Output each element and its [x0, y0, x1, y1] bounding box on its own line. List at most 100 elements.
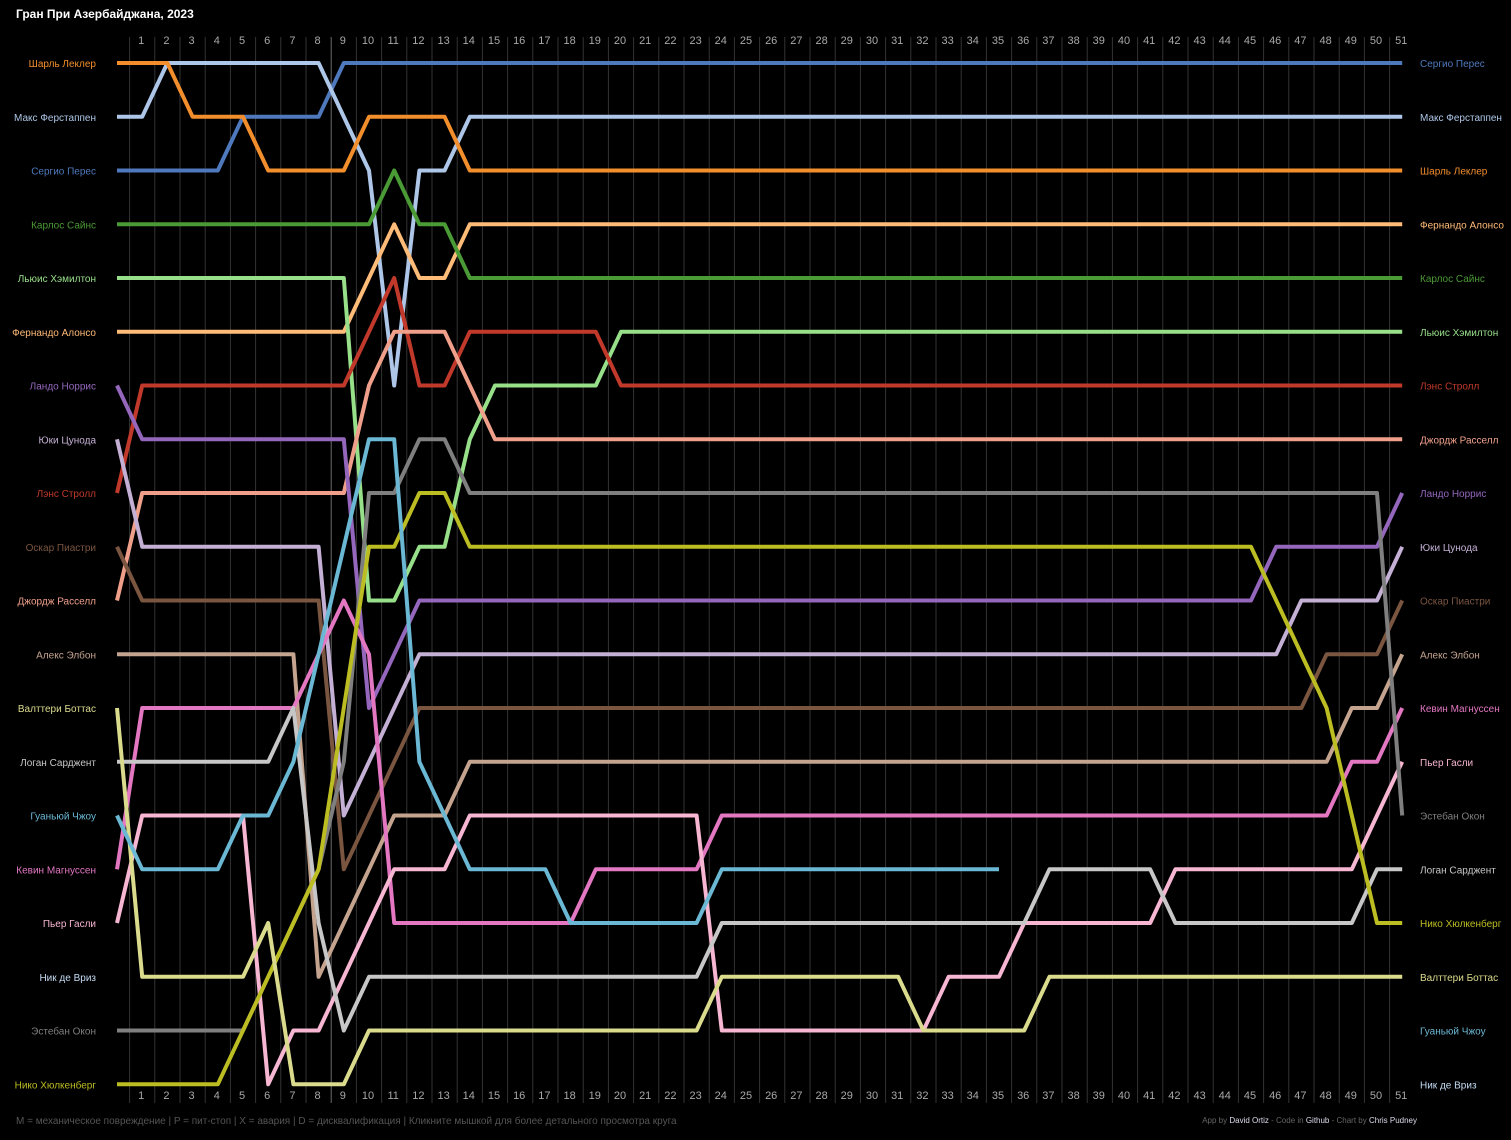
- tick-bottom-lap-6: 6: [264, 1090, 270, 1102]
- credit-chart-prefix: - Chart by: [1329, 1116, 1369, 1125]
- tick-bottom-lap-38: 38: [1067, 1090, 1079, 1102]
- left-label-p13[interactable]: Валттери Боттас: [18, 704, 96, 715]
- credit-app-prefix: App by: [1202, 1116, 1230, 1125]
- right-label-p10[interactable]: Юки Цунода: [1420, 543, 1478, 554]
- left-label-p17[interactable]: Пьер Гасли: [43, 919, 96, 930]
- tick-top-lap-4: 4: [214, 35, 220, 47]
- tick-top-lap-16: 16: [513, 35, 525, 47]
- tick-bottom-lap-17: 17: [538, 1090, 550, 1102]
- tick-bottom-lap-1: 1: [138, 1090, 144, 1102]
- right-label-p6[interactable]: Льюис Хэмилтон: [1420, 328, 1498, 339]
- left-label-p20[interactable]: Нико Хюлкенберг: [15, 1079, 97, 1091]
- tick-bottom-lap-8: 8: [315, 1090, 321, 1102]
- tick-bottom-lap-32: 32: [916, 1090, 928, 1102]
- tick-top-lap-38: 38: [1067, 35, 1079, 47]
- tick-top-lap-18: 18: [563, 35, 575, 47]
- right-label-p5[interactable]: Карлос Сайнс: [1420, 274, 1485, 285]
- right-label-p14[interactable]: Пьер Гасли: [1420, 758, 1473, 769]
- right-label-p7[interactable]: Лэнс Стролл: [1420, 382, 1480, 393]
- left-label-p4[interactable]: Карлос Сайнс: [31, 220, 96, 231]
- tick-bottom-lap-34: 34: [967, 1090, 979, 1102]
- tick-bottom-lap-43: 43: [1193, 1090, 1205, 1102]
- tick-top-lap-35: 35: [992, 35, 1004, 47]
- tick-bottom-lap-12: 12: [412, 1090, 424, 1102]
- left-label-p1[interactable]: Шарль Леклер: [29, 59, 97, 70]
- left-label-p2[interactable]: Макс Ферстаппен: [14, 113, 96, 124]
- right-label-p17[interactable]: Нико Хюлкенберг: [1420, 918, 1502, 930]
- left-label-p8[interactable]: Юки Цунода: [39, 435, 97, 446]
- tick-bottom-lap-19: 19: [589, 1090, 601, 1102]
- tick-top-lap-39: 39: [1093, 35, 1105, 47]
- tick-top-lap-43: 43: [1193, 35, 1205, 47]
- right-label-p12[interactable]: Алекс Элбон: [1420, 649, 1480, 661]
- tick-bottom-lap-25: 25: [740, 1090, 752, 1102]
- credit-code-link[interactable]: Github: [1306, 1116, 1330, 1125]
- tick-bottom-lap-29: 29: [841, 1090, 853, 1102]
- footer-credits: App by David Ortiz - Code in Github - Ch…: [1202, 1116, 1417, 1125]
- left-label-p3[interactable]: Сергио Перес: [31, 167, 96, 178]
- credit-chart-author-link[interactable]: Chris Pudney: [1369, 1116, 1417, 1125]
- tick-bottom-lap-51: 51: [1395, 1090, 1407, 1102]
- tick-bottom-lap-41: 41: [1143, 1090, 1155, 1102]
- right-label-p4[interactable]: Фернандо Алонсо: [1420, 220, 1504, 231]
- tick-top-lap-7: 7: [289, 35, 295, 47]
- tick-top-lap-2: 2: [163, 35, 169, 47]
- right-label-p9[interactable]: Ландо Норрис: [1420, 489, 1486, 500]
- tick-bottom-lap-33: 33: [941, 1090, 953, 1102]
- tick-top-lap-21: 21: [639, 35, 651, 47]
- right-label-p19[interactable]: Гуаньюй Чжоу: [1420, 1027, 1486, 1038]
- right-label-p11[interactable]: Оскар Пиастри: [1420, 597, 1490, 608]
- tick-top-lap-22: 22: [664, 35, 676, 47]
- left-label-p19[interactable]: Эстебан Окон: [31, 1026, 96, 1038]
- tick-bottom-lap-49: 49: [1345, 1090, 1357, 1102]
- tick-top-lap-44: 44: [1219, 35, 1231, 47]
- tick-bottom-lap-24: 24: [715, 1090, 727, 1102]
- tick-top-lap-40: 40: [1118, 35, 1130, 47]
- right-label-p15[interactable]: Эстебан Окон: [1420, 811, 1485, 823]
- tick-top-lap-20: 20: [614, 35, 626, 47]
- tick-top-lap-25: 25: [740, 35, 752, 47]
- tick-bottom-lap-31: 31: [891, 1090, 903, 1102]
- left-label-p15[interactable]: Гуаньюй Чжоу: [30, 812, 96, 823]
- left-label-p12[interactable]: Алекс Элбон: [36, 649, 96, 661]
- left-label-p7[interactable]: Ландо Норрис: [30, 382, 96, 393]
- tick-bottom-lap-11: 11: [387, 1090, 398, 1102]
- tick-bottom-lap-36: 36: [1017, 1090, 1029, 1102]
- tick-bottom-lap-9: 9: [340, 1090, 346, 1102]
- tick-top-lap-14: 14: [463, 35, 475, 47]
- tick-top-lap-6: 6: [264, 35, 270, 47]
- tick-top-lap-51: 51: [1395, 35, 1407, 47]
- right-label-p13[interactable]: Кевин Магнуссен: [1420, 704, 1500, 715]
- left-label-p6[interactable]: Фернандо Алонсо: [12, 328, 96, 339]
- right-label-p2[interactable]: Макс Ферстаппен: [1420, 113, 1502, 124]
- right-label-p1[interactable]: Сергио Перес: [1420, 59, 1485, 70]
- tick-top-lap-8: 8: [315, 35, 321, 47]
- left-label-p14[interactable]: Логан Сарджент: [20, 758, 96, 769]
- tick-top-lap-50: 50: [1370, 35, 1382, 47]
- tick-top-lap-46: 46: [1269, 35, 1281, 47]
- tick-top-lap-48: 48: [1319, 35, 1331, 47]
- right-label-p16[interactable]: Логан Сарджент: [1420, 865, 1496, 876]
- right-label-p8[interactable]: Джордж Расселл: [1420, 435, 1499, 446]
- lap-chart[interactable]: 1122334455667788991010111112121313141415…: [0, 0, 1511, 1140]
- tick-bottom-lap-7: 7: [289, 1090, 295, 1102]
- right-label-p20[interactable]: Ник де Вриз: [1420, 1080, 1477, 1091]
- left-label-p18[interactable]: Ник де Вриз: [39, 973, 96, 984]
- left-label-p9[interactable]: Лэнс Стролл: [37, 489, 97, 500]
- left-label-p10[interactable]: Оскар Пиастри: [26, 543, 96, 554]
- left-label-p11[interactable]: Джордж Расселл: [18, 597, 97, 608]
- tick-bottom-lap-2: 2: [163, 1090, 169, 1102]
- tick-top-lap-10: 10: [362, 35, 374, 47]
- tick-top-lap-9: 9: [340, 35, 346, 47]
- tick-bottom-lap-39: 39: [1093, 1090, 1105, 1102]
- right-label-p3[interactable]: Шарль Леклер: [1420, 167, 1488, 178]
- tick-top-lap-23: 23: [689, 35, 701, 47]
- tick-top-lap-42: 42: [1168, 35, 1180, 47]
- credit-app-author-link[interactable]: David Ortiz: [1229, 1116, 1269, 1125]
- right-label-p18[interactable]: Валттери Боттас: [1420, 973, 1498, 984]
- tick-top-lap-1: 1: [138, 35, 144, 47]
- tick-top-lap-28: 28: [815, 35, 827, 47]
- left-label-p5[interactable]: Льюис Хэмилтон: [18, 274, 96, 285]
- left-label-p16[interactable]: Кевин Магнуссен: [16, 865, 96, 876]
- tick-bottom-lap-4: 4: [214, 1090, 220, 1102]
